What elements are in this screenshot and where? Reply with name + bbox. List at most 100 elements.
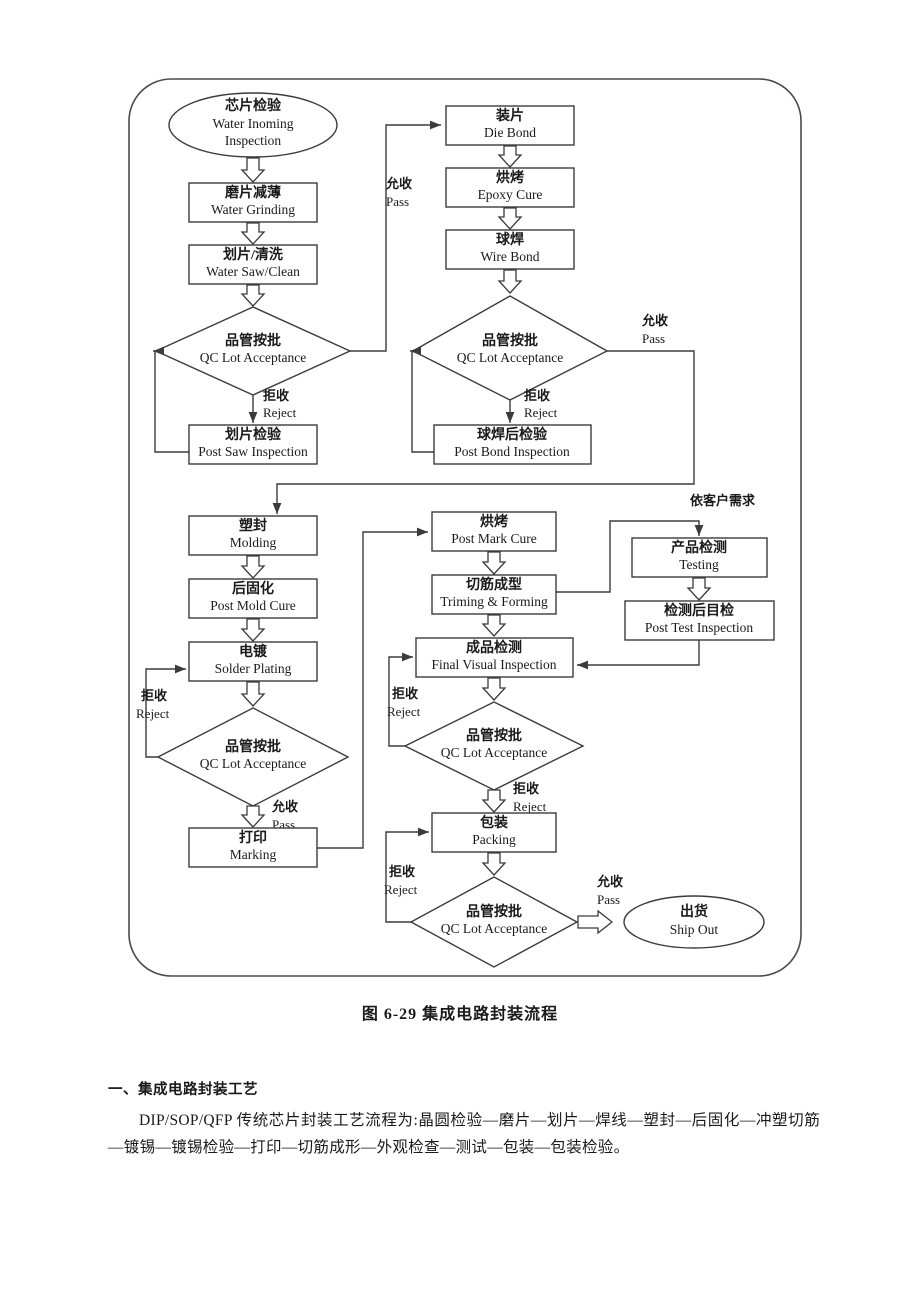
node-final-visual-inspection: 成品检测 Final Visual Inspection <box>415 637 574 678</box>
edge-post-bond-loop-to-qc2 <box>410 346 434 453</box>
edge-label-reject-cn: 拒收 <box>513 781 540 796</box>
node-label-en1: Molding <box>230 535 277 550</box>
node-label-cn: 品管按批 <box>466 727 522 744</box>
node-label-cn: 切筋成型 <box>466 576 522 593</box>
flow-arrow-icon <box>240 555 266 579</box>
node-label-en1: Ship Out <box>670 922 719 937</box>
node-label-cn: 球焊 <box>496 231 524 248</box>
edge-label-reject-cn: 拒收 <box>263 388 290 403</box>
edge-post-saw-loop-to-qc1 <box>153 346 189 453</box>
node-wire-bond: 球焊 Wire Bond <box>445 229 575 270</box>
edge-label-reject-en: Reject <box>384 882 418 897</box>
node-label-cn: 塑封 <box>239 517 267 534</box>
node-packing: 包装 Packing <box>431 812 557 853</box>
node-label-en1: Testing <box>679 557 719 572</box>
node-ship-out: 出货 Ship Out <box>623 895 765 949</box>
edge-label-pass-cn: 允收 <box>271 799 299 814</box>
node-label-cn: 烘烤 <box>480 513 508 530</box>
section-paragraph: DIP/SOP/QFP 传统芯片封装工艺流程为:晶圆检验—磨片—划片—焊线—塑封… <box>108 1112 820 1156</box>
flow-arrow-icon <box>686 577 712 601</box>
edge-post-test-to-final-visual <box>577 640 700 670</box>
flow-arrow-icon <box>497 269 523 294</box>
edge-qc1-pass-to-die-bond <box>350 120 441 352</box>
figure-caption: 图 6-29 集成电路封装流程 <box>361 1006 559 1023</box>
node-label-cn: 装片 <box>495 107 524 124</box>
node-marking: 打印 Marking <box>188 827 318 868</box>
flow-arrow-icon <box>240 681 266 707</box>
node-qc-lot-acceptance-4: 品管按批 QC Lot Acceptance <box>403 701 585 791</box>
node-label-en1: Water Grinding <box>211 202 295 217</box>
edge-label-pass-cn: 允收 <box>596 874 624 889</box>
node-post-mark-cure: 烘烤 Post Mark Cure <box>431 511 557 552</box>
node-post-bond-inspection: 球焊后检验 Post Bond Inspection <box>433 424 592 465</box>
edge-label-reject-en: Reject <box>524 405 558 420</box>
node-label-en1: Epoxy Cure <box>478 187 543 202</box>
node-post-saw-inspection: 划片检验 Post Saw Inspection <box>188 424 318 465</box>
edge-label-pass-en: Pass <box>642 331 665 346</box>
node-qc-lot-acceptance-3: 品管按批 QC Lot Acceptance <box>156 707 350 807</box>
edge-label-reject-en: Reject <box>136 706 170 721</box>
node-label-en1: Post Mold Cure <box>210 598 296 613</box>
edge-label-reject-cn: 拒收 <box>524 388 551 403</box>
node-qc-lot-acceptance-5: 品管按批 QC Lot Acceptance <box>409 876 579 968</box>
node-label-cn: 品管按批 <box>225 738 281 755</box>
flow-arrow-icon <box>481 614 507 637</box>
edge-label-customer-request-cn: 依客户需求 <box>690 493 756 508</box>
edge-label-reject-cn: 拒收 <box>389 864 416 879</box>
node-label-en1: Final Visual Inspection <box>432 657 557 672</box>
node-label-cn: 芯片检验 <box>225 97 282 114</box>
node-qc-lot-acceptance-1: 品管按批 QC Lot Acceptance <box>154 306 352 396</box>
node-label-en1: QC Lot Acceptance <box>200 350 306 365</box>
edge-label-pass-en: Pass <box>386 194 409 209</box>
node-label-cn: 品管按批 <box>482 332 538 349</box>
node-label-en1: Packing <box>472 832 516 847</box>
node-epoxy-cure: 烘烤 Epoxy Cure <box>445 167 575 208</box>
node-label-cn: 检测后目检 <box>664 602 734 619</box>
node-label-cn: 烘烤 <box>496 169 524 186</box>
node-label-en1: Triming & Forming <box>440 594 548 609</box>
node-label-en1: Post Test Inspection <box>645 620 754 635</box>
node-triming-forming: 切筋成型 Triming & Forming <box>431 574 557 615</box>
node-label-cn: 产品检测 <box>671 539 727 556</box>
figure-ic-packaging-flowchart: 芯片检验 Water Inoming Inspection 磨片减薄 Water… <box>0 0 920 1060</box>
node-label-en1: Post Mark Cure <box>451 531 537 546</box>
flow-arrow-icon <box>497 207 523 230</box>
node-label-en1: Die Bond <box>484 125 536 140</box>
flow-arrow-icon <box>481 677 507 701</box>
node-label-en1: Water Inoming <box>212 116 293 131</box>
edge-label-reject-cn: 拒收 <box>392 686 419 701</box>
edge-label-reject-en: Reject <box>387 704 421 719</box>
node-label-en1: Solder Plating <box>215 661 292 676</box>
node-wafer-grinding: 磨片减薄 Water Grinding <box>188 182 318 223</box>
node-label-en1: QC Lot Acceptance <box>441 921 547 936</box>
node-label-cn: 品管按批 <box>225 332 281 349</box>
node-post-mold-cure: 后固化 Post Mold Cure <box>188 578 318 619</box>
flow-arrow-icon <box>481 789 507 813</box>
node-testing: 产品检测 Testing <box>631 537 768 578</box>
node-post-test-inspection: 检测后目检 Post Test Inspection <box>624 600 775 641</box>
node-label-en1: Wire Bond <box>480 249 539 264</box>
node-qc-lot-acceptance-2: 品管按批 QC Lot Acceptance <box>411 295 609 401</box>
node-wafer-incoming-inspection: 芯片检验 Water Inoming Inspection <box>168 92 338 158</box>
flow-arrow-icon <box>240 157 266 183</box>
node-label-cn: 电镀 <box>239 643 268 660</box>
node-label-cn: 包装 <box>480 814 509 831</box>
node-label-en1: Post Saw Inspection <box>198 444 308 459</box>
node-label-cn: 划片/清洗 <box>223 246 283 263</box>
flow-arrow-icon <box>240 618 266 642</box>
flow-arrow-icon <box>240 805 266 828</box>
node-label-en1: Post Bond Inspection <box>454 444 570 459</box>
edge-label-pass-en: Pass <box>597 892 620 907</box>
edge-label-pass-cn: 允收 <box>641 313 669 328</box>
node-label-cn: 出货 <box>680 903 708 920</box>
node-label-cn: 品管按批 <box>466 903 522 920</box>
edge-label-reject-en: Reject <box>263 405 297 420</box>
flow-arrow-icon <box>240 284 266 307</box>
node-die-bond: 装片 Die Bond <box>445 105 575 146</box>
node-label-en1: QC Lot Acceptance <box>441 745 547 760</box>
node-label-cn: 磨片减薄 <box>225 184 281 201</box>
body-text-section: 一、集成电路封装工艺 DIP/SOP/QFP 传统芯片封装工艺流程为:晶圆检验—… <box>108 1078 820 1161</box>
edge-label-reject-cn: 拒收 <box>141 688 168 703</box>
node-wafer-saw-clean: 划片/清洗 Water Saw/Clean <box>188 244 318 285</box>
node-solder-plating: 电镀 Solder Plating <box>188 641 318 682</box>
